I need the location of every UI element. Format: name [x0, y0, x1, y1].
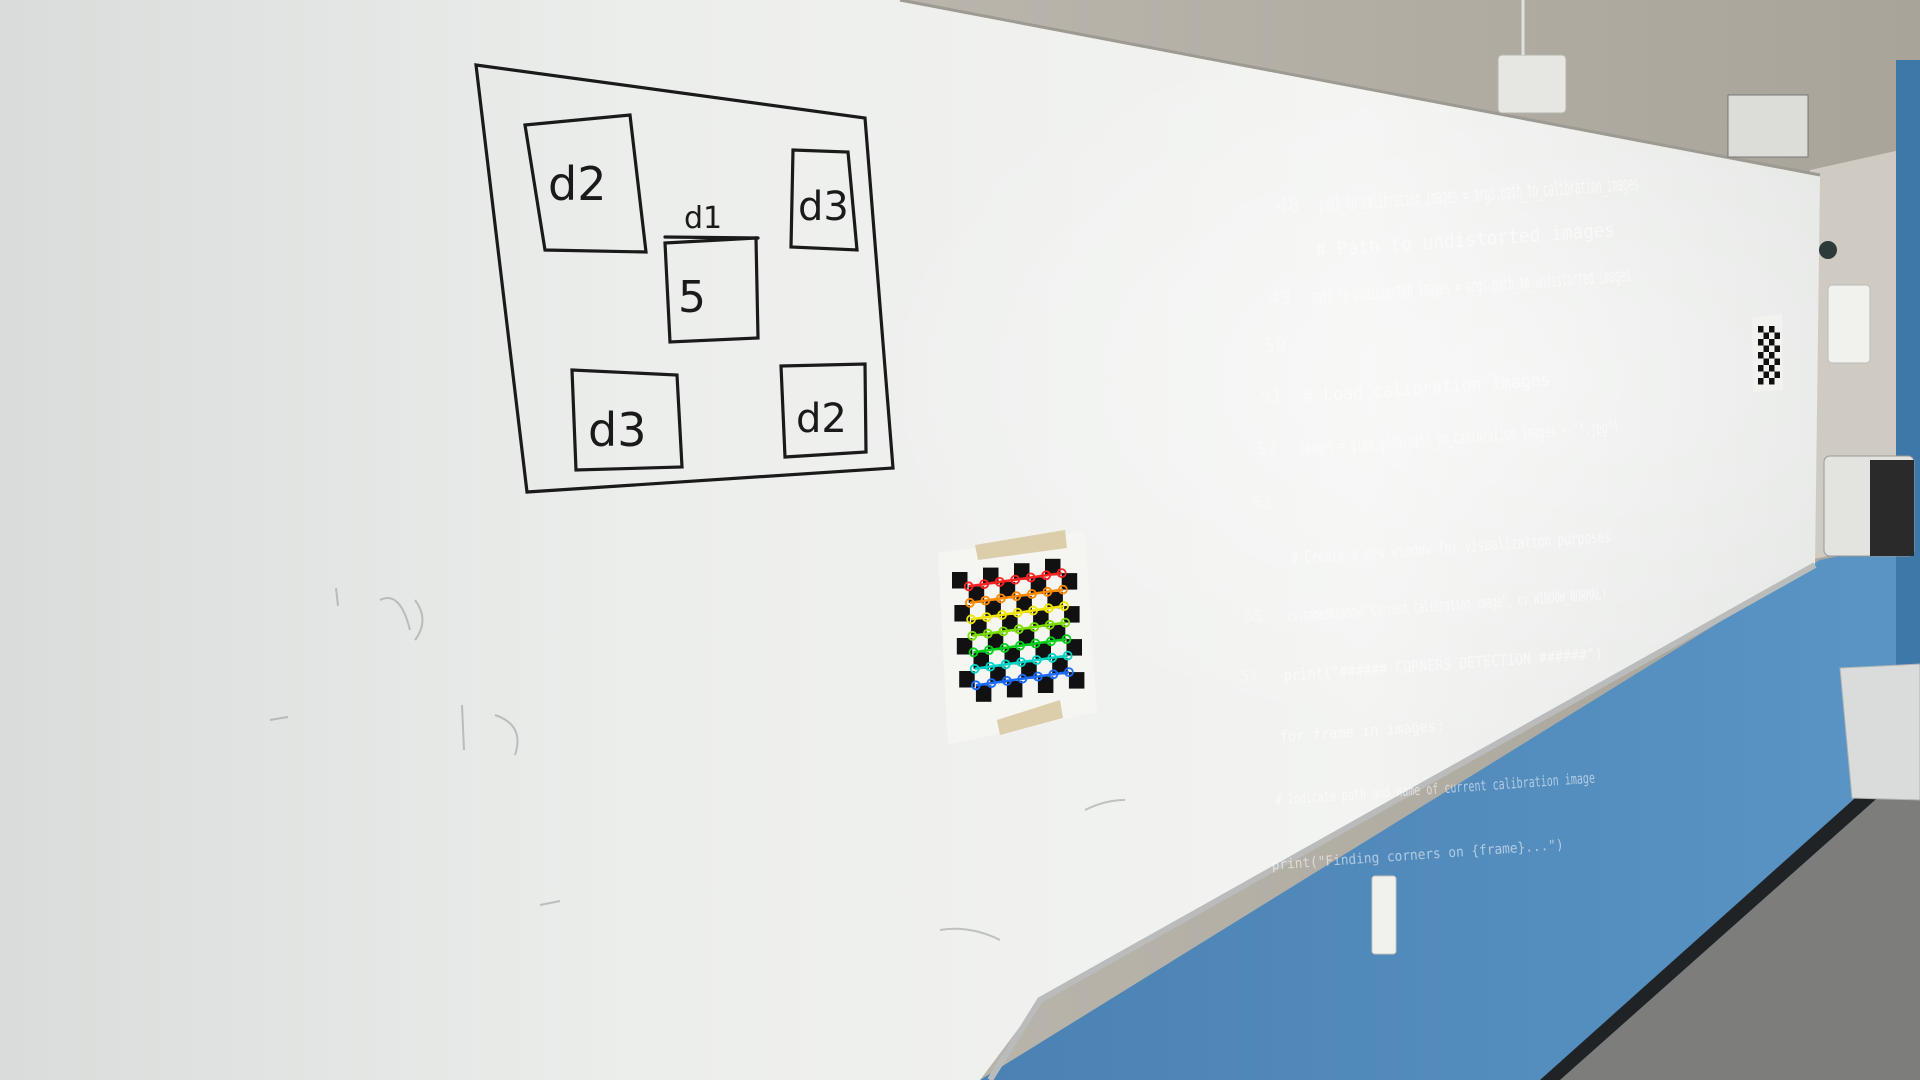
- small-checker-square: [1763, 345, 1769, 352]
- light-switch: [1371, 875, 1397, 955]
- classroom-scene: 48path_to_calibration_images = args.path…: [0, 0, 1920, 1080]
- small-checker-square: [1758, 365, 1764, 372]
- code-line-number: 53: [1252, 493, 1272, 513]
- code-line-number: 52: [1256, 440, 1277, 460]
- code-line-number: 50: [1264, 336, 1286, 357]
- trash-bin: [1839, 663, 1920, 801]
- small-checker-square: [1769, 352, 1775, 359]
- code-line-number: 55: [1244, 607, 1263, 626]
- small-checker-square: [1763, 358, 1769, 365]
- small-checker-square: [1758, 339, 1764, 346]
- small-checker-square: [1774, 332, 1780, 339]
- code-line-number: 57: [1240, 667, 1259, 685]
- wall-badge: [1819, 241, 1837, 259]
- small-checker-square: [1774, 345, 1780, 352]
- small-checker-square: [1763, 332, 1769, 339]
- small-checker-square: [1758, 326, 1764, 333]
- small-checker-square: [1758, 352, 1764, 359]
- cell-label-bottom-left: d3: [588, 403, 646, 457]
- ceiling-sensor: [1497, 54, 1567, 114]
- calibration-sheet: [938, 530, 1097, 745]
- cell-label-top-right: d3: [798, 184, 849, 230]
- center-box-overline: [663, 235, 760, 240]
- small-checker-square: [1769, 339, 1775, 346]
- paper-towel-dispenser: [1827, 284, 1871, 364]
- small-checker-square: [1763, 371, 1769, 378]
- small-checker-square: [1774, 358, 1780, 365]
- small-checker-square: [1769, 378, 1775, 385]
- cell-label-center: 5: [678, 272, 706, 323]
- diagram-top-label: d1: [684, 201, 722, 236]
- door-frame: [1896, 60, 1920, 680]
- wall-sign: [1727, 94, 1809, 158]
- cell-label-bottom-right: d2: [796, 396, 847, 442]
- small-checker-square: [1758, 378, 1764, 385]
- code-line-number: 48: [1276, 193, 1300, 217]
- small-checker-square: [1774, 371, 1780, 378]
- soap-dispenser-dark: [1870, 460, 1914, 556]
- code-line-number: 51: [1260, 386, 1282, 407]
- code-line-number: 49: [1268, 287, 1291, 309]
- small-checkerboard: [1752, 314, 1783, 392]
- small-checker-square: [1769, 326, 1775, 333]
- small-checker-square: [1769, 365, 1775, 372]
- cell-label-top-left: d2: [548, 157, 606, 211]
